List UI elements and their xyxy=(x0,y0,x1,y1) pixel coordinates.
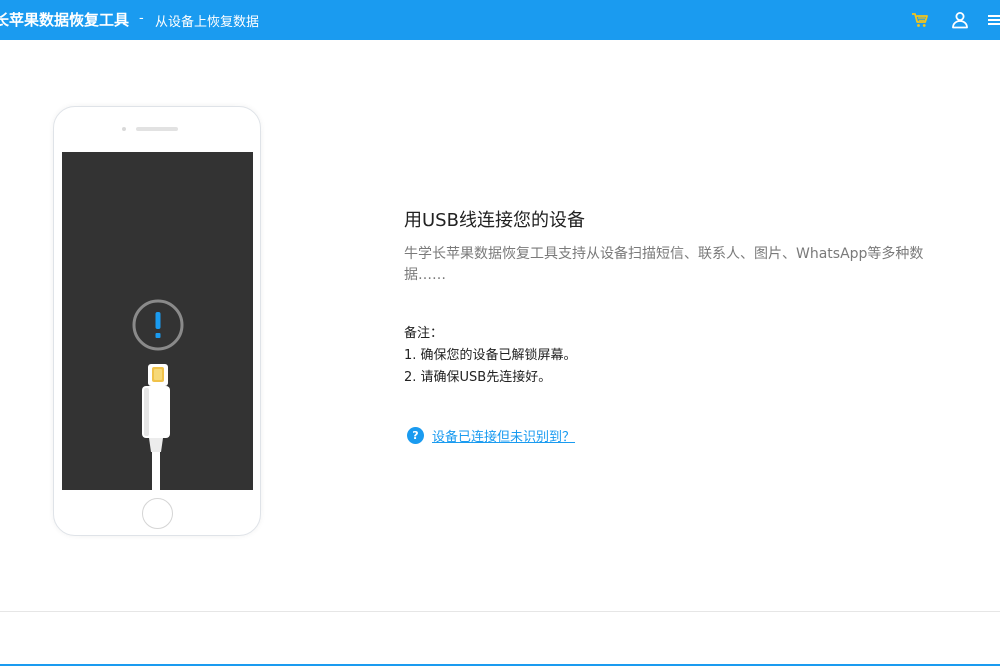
help-link-text[interactable]: 设备已连接但未识别到？ xyxy=(432,426,575,445)
app-title: 长苹果数据恢复工具 xyxy=(0,11,130,29)
note-title: 备注： xyxy=(404,326,444,341)
user-icon xyxy=(952,12,968,29)
usb-cable-illustration xyxy=(132,299,184,490)
phone-speaker xyxy=(136,127,178,131)
page-title: 用USB线连接您的设备 xyxy=(404,210,585,231)
footer-bar xyxy=(0,611,1000,666)
cart-button[interactable] xyxy=(910,10,930,30)
phone-screen xyxy=(62,152,253,490)
phone-camera xyxy=(122,127,126,131)
cart-icon xyxy=(912,13,928,27)
note-item: 2. 请确保USB先连接好。 xyxy=(404,370,552,385)
phone-illustration xyxy=(53,106,261,536)
exclamation-icon xyxy=(132,299,184,351)
title-separator: - xyxy=(139,11,144,26)
title-bar: 长苹果数据恢复工具 - 从设备上恢复数据 xyxy=(0,0,1000,40)
question-icon: ? xyxy=(407,427,424,444)
description-text: 牛学长苹果数据恢复工具支持从设备扫描短信、联系人、图片、WhatsApp等多种数… xyxy=(404,246,924,283)
menu-button[interactable] xyxy=(988,10,1000,30)
phone-home-button xyxy=(142,498,173,529)
device-not-recognized-link[interactable]: ? 设备已连接但未识别到？ xyxy=(407,426,575,445)
menu-icon xyxy=(988,15,1000,25)
note-item: 1. 确保您的设备已解锁屏幕。 xyxy=(404,348,577,363)
user-button[interactable] xyxy=(950,10,970,30)
page-subtitle: 从设备上恢复数据 xyxy=(155,15,260,30)
